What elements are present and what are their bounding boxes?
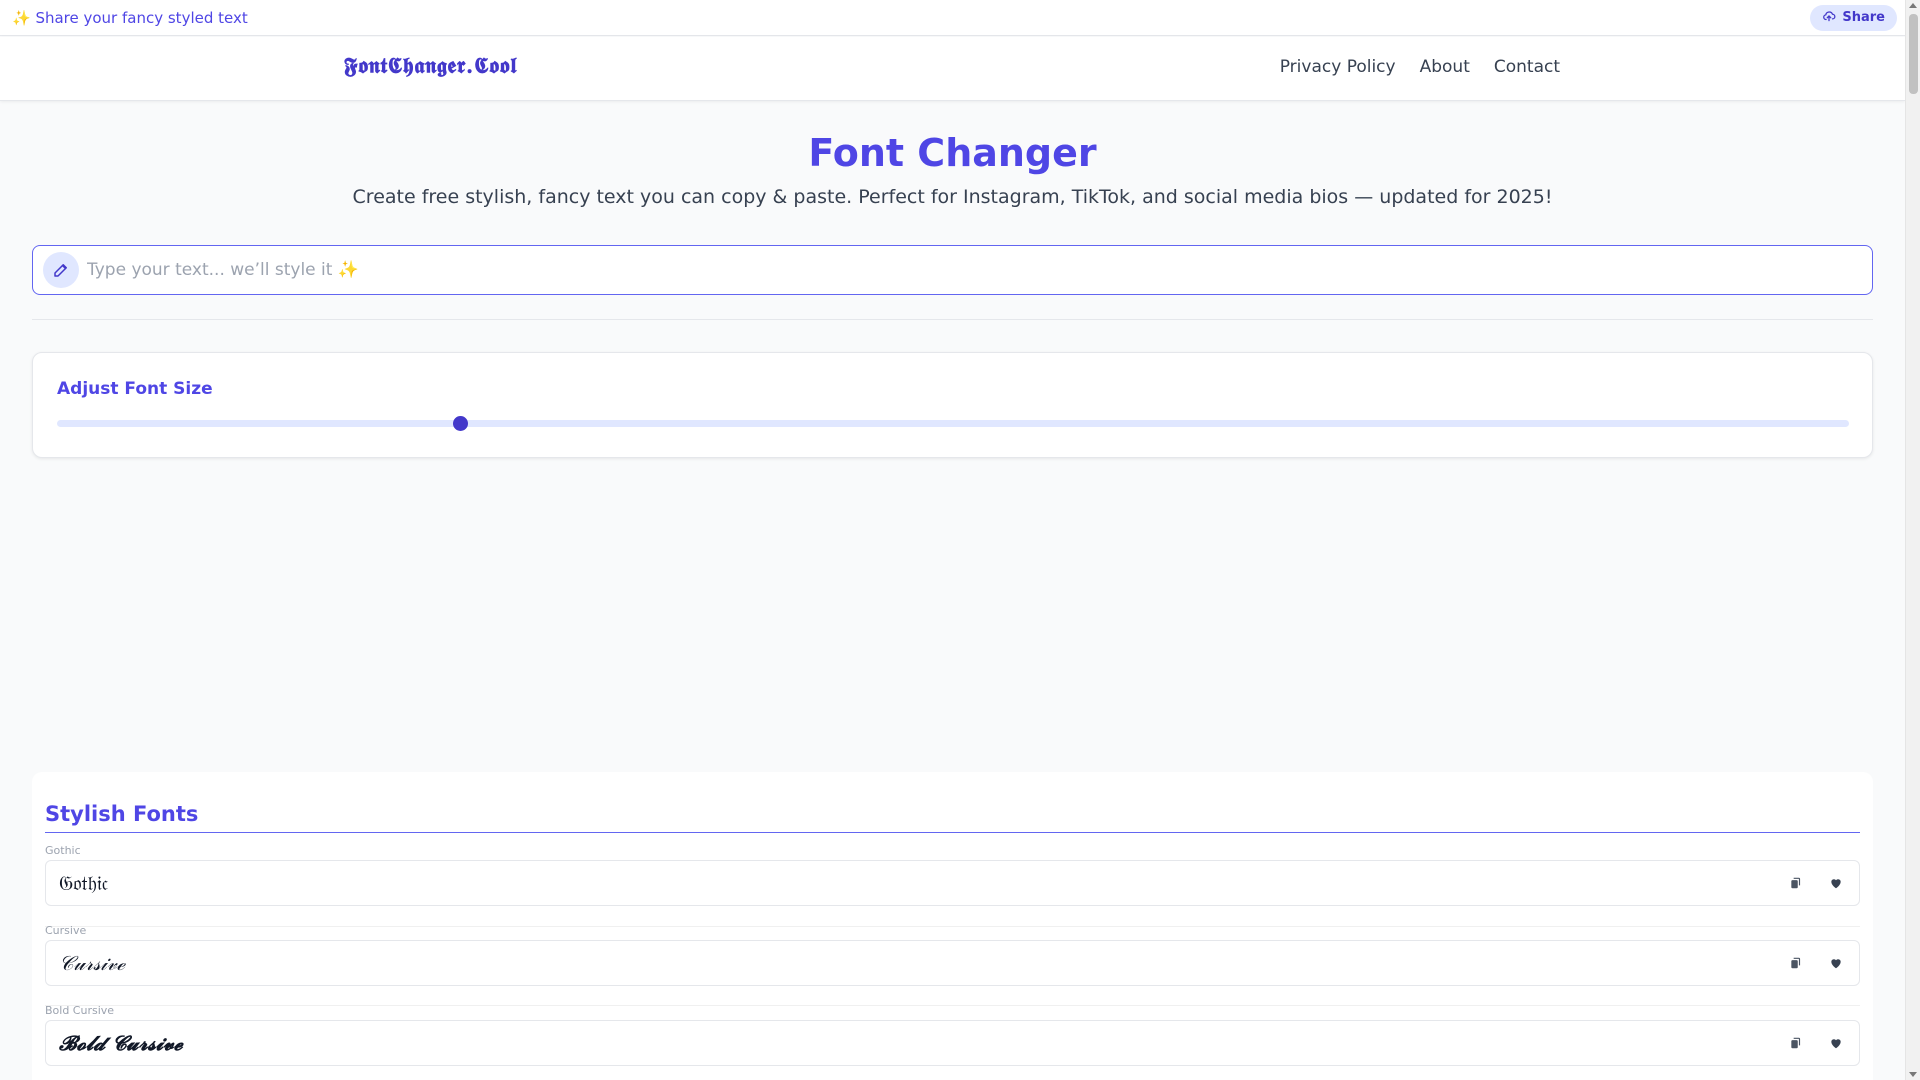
font-actions — [1787, 954, 1845, 972]
font-size-slider[interactable] — [57, 416, 1849, 431]
share-button-label: Share — [1842, 10, 1885, 25]
font-preview-text: 𝓑𝓸𝓵𝓭 𝓒𝓾𝓻𝓼𝓲𝓿𝓮 — [59, 1031, 183, 1055]
page-subtitle: Create free stylish, fancy text you can … — [352, 186, 1553, 208]
font-preview-text: 𝔊𝔬𝔱𝔥𝔦𝔠 — [59, 871, 109, 895]
cloud-upload-icon — [1822, 9, 1836, 27]
font-name: Gothic — [45, 844, 81, 857]
stylish-fonts-panel: Stylish Fonts Gothic 𝔊𝔬𝔱𝔥𝔦𝔠 Cursive 𝒞𝓊𝓇𝓈… — [32, 772, 1873, 1080]
copy-icon[interactable] — [1787, 874, 1805, 892]
share-banner-text: ✨ Share your fancy styled text — [12, 8, 248, 27]
font-item-bold-cursive: Bold Cursive 𝓑𝓸𝓵𝓭 𝓒𝓾𝓻𝓼𝓲𝓿𝓮 — [45, 1004, 1860, 1066]
font-actions — [1787, 1034, 1845, 1052]
font-name: Bold Cursive — [45, 1004, 115, 1017]
section-title: Stylish Fonts — [45, 802, 199, 826]
font-size-label: Adjust Font Size — [57, 379, 213, 399]
font-item-cursive: Cursive 𝒞𝓊𝓇𝓈𝒾𝓋ℯ — [45, 924, 1860, 986]
font-name: Cursive — [45, 924, 87, 937]
main-nav: Privacy Policy About Contact — [1280, 57, 1560, 77]
scroll-down-arrow-icon[interactable] — [1909, 1072, 1917, 1077]
nav-privacy-policy[interactable]: Privacy Policy — [1280, 57, 1396, 77]
divider — [32, 319, 1873, 320]
text-input[interactable] — [87, 260, 1787, 280]
font-actions — [1787, 874, 1845, 892]
site-header: 𝕱𝖔𝖓𝖙𝕮𝖍𝖆𝖓𝖌𝖊𝖗.𝕮𝖔𝖔𝖑 Privacy Policy About Co… — [0, 37, 1905, 101]
font-preview-box[interactable]: 𝔊𝔬𝔱𝔥𝔦𝔠 — [45, 860, 1860, 906]
site-logo[interactable]: 𝕱𝖔𝖓𝖙𝕮𝖍𝖆𝖓𝖌𝖊𝖗.𝕮𝖔𝖔𝖑 — [344, 53, 517, 79]
share-button[interactable]: Share — [1810, 4, 1897, 31]
section-divider — [45, 832, 1860, 833]
font-size-card: Adjust Font Size — [32, 352, 1873, 458]
nav-about[interactable]: About — [1420, 57, 1470, 77]
font-size-slider-thumb[interactable] — [452, 416, 468, 431]
share-banner: ✨ Share your fancy styled text Share — [0, 0, 1905, 36]
text-input-wrapper — [32, 245, 1873, 295]
scroll-up-arrow-icon[interactable] — [1909, 3, 1917, 8]
page-title: Font Changer — [808, 131, 1097, 175]
font-preview-box[interactable]: 𝒞𝓊𝓇𝓈𝒾𝓋ℯ — [45, 940, 1860, 986]
nav-contact[interactable]: Contact — [1494, 57, 1560, 77]
font-preview-text: 𝒞𝓊𝓇𝓈𝒾𝓋ℯ — [59, 951, 125, 975]
pencil-icon — [43, 252, 79, 288]
font-item-gothic: Gothic 𝔊𝔬𝔱𝔥𝔦𝔠 — [45, 844, 1860, 906]
copy-icon[interactable] — [1787, 1034, 1805, 1052]
heart-icon[interactable] — [1827, 954, 1845, 972]
page-scrollbar[interactable] — [1905, 0, 1920, 1080]
copy-icon[interactable] — [1787, 954, 1805, 972]
heart-icon[interactable] — [1827, 874, 1845, 892]
font-preview-box[interactable]: 𝓑𝓸𝓵𝓭 𝓒𝓾𝓻𝓼𝓲𝓿𝓮 — [45, 1020, 1860, 1066]
scrollbar-thumb[interactable] — [1909, 14, 1918, 94]
heart-icon[interactable] — [1827, 1034, 1845, 1052]
